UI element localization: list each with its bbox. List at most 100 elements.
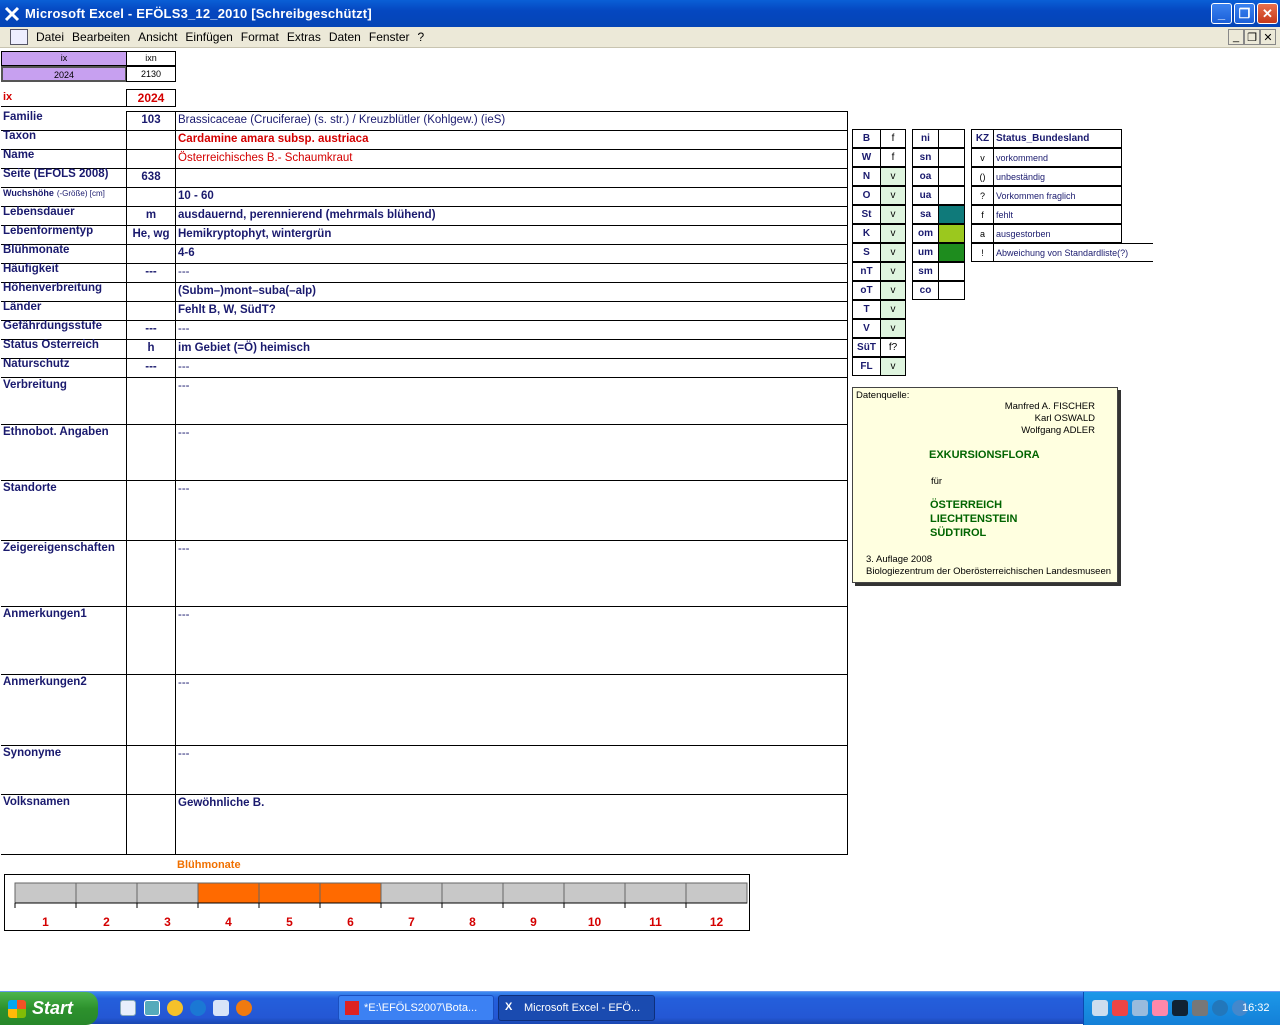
big-row-value-2[interactable]: --- xyxy=(175,480,848,541)
worksheet[interactable]: ix ixn 2024 2130 ix 2024 Familie 103 Brass… xyxy=(0,48,1280,991)
big-row-value-1[interactable]: --- xyxy=(175,424,848,481)
zone-swatch-2[interactable] xyxy=(938,167,965,186)
show-desktop-icon[interactable] xyxy=(120,1000,136,1016)
row-code-2[interactable] xyxy=(126,149,176,169)
task-excel[interactable]: X Microsoft Excel - EFÖ... xyxy=(498,995,655,1021)
title-bar[interactable]: Microsoft Excel - EFÖLS3_12_2010 [Schrei… xyxy=(0,0,1280,27)
ixn-value-cell[interactable]: 2130 xyxy=(126,66,176,82)
explorer-icon[interactable] xyxy=(144,1000,160,1016)
ix-value[interactable]: 2024 xyxy=(126,89,176,107)
row-value-1[interactable]: Cardamine amara subsp. austriaca xyxy=(175,130,848,150)
state-value-6[interactable]: v xyxy=(880,243,906,262)
zone-swatch-5[interactable] xyxy=(938,224,965,243)
state-value-5[interactable]: v xyxy=(880,224,906,243)
minimize-button[interactable]: _ xyxy=(1211,3,1232,24)
big-row-value-3[interactable]: --- xyxy=(175,540,848,607)
search-icon[interactable] xyxy=(1132,1000,1148,1016)
ixn-header-cell[interactable]: ixn xyxy=(126,51,176,66)
row-value-13[interactable]: --- xyxy=(175,358,848,378)
menu-extras[interactable]: Extras xyxy=(287,30,321,44)
row-value-3[interactable] xyxy=(175,168,848,188)
row-code-8[interactable]: --- xyxy=(126,263,176,283)
start-button[interactable]: Start xyxy=(0,992,98,1025)
menu-daten[interactable]: Daten xyxy=(329,30,361,44)
media-icon[interactable] xyxy=(167,1000,183,1016)
state-value-4[interactable]: v xyxy=(880,205,906,224)
state-value-3[interactable]: v xyxy=(880,186,906,205)
volume-icon[interactable] xyxy=(1192,1000,1208,1016)
menu-datei[interactable]: Datei xyxy=(36,30,64,44)
close-button[interactable]: ✕ xyxy=(1257,3,1278,24)
big-row-code-6[interactable] xyxy=(126,745,176,795)
menu-einfuegen[interactable]: Einfügen xyxy=(185,30,232,44)
row-value-8[interactable]: --- xyxy=(175,263,848,283)
big-row-code-7[interactable] xyxy=(126,794,176,855)
row-code-9[interactable] xyxy=(126,282,176,302)
row-code-3[interactable]: 638 xyxy=(126,168,176,188)
state-value-11[interactable]: f? xyxy=(880,338,906,357)
big-row-code-2[interactable] xyxy=(126,480,176,541)
row-value-5[interactable]: ausdauernd, perennierend (mehrmals blühe… xyxy=(175,206,848,226)
doc-restore-button[interactable]: ❐ xyxy=(1244,29,1260,45)
state-value-12[interactable]: v xyxy=(880,357,906,376)
big-row-code-1[interactable] xyxy=(126,424,176,481)
row-code-0[interactable]: 103 xyxy=(126,111,176,131)
workbook-icon[interactable] xyxy=(10,29,28,45)
state-value-2[interactable]: v xyxy=(880,167,906,186)
zone-swatch-1[interactable] xyxy=(938,148,965,167)
row-code-6[interactable]: He, wg xyxy=(126,225,176,245)
task-explorer[interactable]: *E:\EFÖLS2007\Bota... xyxy=(338,995,494,1021)
menu-bearbeiten[interactable]: Bearbeiten xyxy=(72,30,130,44)
row-value-6[interactable]: Hemikryptophyt, wintergrün xyxy=(175,225,848,245)
clock[interactable]: 16:32 xyxy=(1242,1002,1270,1014)
menu-fenster[interactable]: Fenster xyxy=(369,30,410,44)
zone-swatch-8[interactable] xyxy=(938,281,965,300)
big-row-value-6[interactable]: --- xyxy=(175,745,848,795)
restore-button[interactable]: ❐ xyxy=(1234,3,1255,24)
menu-help[interactable]: ? xyxy=(418,30,425,44)
row-value-10[interactable]: Fehlt B, W, SüdT? xyxy=(175,301,848,321)
state-value-9[interactable]: v xyxy=(880,300,906,319)
row-value-12[interactable]: im Gebiet (=Ö) heimisch xyxy=(175,339,848,359)
doc-minimize-button[interactable]: _ xyxy=(1228,29,1244,45)
info-icon[interactable] xyxy=(1212,1000,1228,1016)
menu-format[interactable]: Format xyxy=(241,30,279,44)
security-icon[interactable] xyxy=(1112,1000,1128,1016)
ix-header-cell[interactable]: ix xyxy=(1,51,127,66)
big-row-value-7[interactable]: Gewöhnliche B. xyxy=(175,794,848,855)
row-value-2[interactable]: Österreichisches B.- Schaumkraut xyxy=(175,149,848,169)
menu-ansicht[interactable]: Ansicht xyxy=(138,30,177,44)
outlook-icon[interactable] xyxy=(213,1000,229,1016)
big-row-code-3[interactable] xyxy=(126,540,176,607)
doc-close-button[interactable]: ✕ xyxy=(1260,29,1276,45)
zone-swatch-0[interactable] xyxy=(938,129,965,148)
row-code-7[interactable] xyxy=(126,244,176,264)
bloom-chart[interactable]: 1 2 3 4 5 6 7 8 9 10 11 12 xyxy=(4,874,750,931)
row-code-11[interactable]: --- xyxy=(126,320,176,340)
row-value-9[interactable]: (Subm–)mont–suba(–alp) xyxy=(175,282,848,302)
big-row-value-5[interactable]: --- xyxy=(175,674,848,746)
network-icon[interactable] xyxy=(1092,1000,1108,1016)
state-value-1[interactable]: f xyxy=(880,148,906,167)
shield-icon[interactable] xyxy=(1172,1000,1188,1016)
row-code-13[interactable]: --- xyxy=(126,358,176,378)
big-row-code-4[interactable] xyxy=(126,606,176,675)
row-code-4[interactable] xyxy=(126,187,176,207)
row-value-11[interactable]: --- xyxy=(175,320,848,340)
zone-swatch-4[interactable] xyxy=(938,205,965,224)
state-value-7[interactable]: v xyxy=(880,262,906,281)
row-value-7[interactable]: 4-6 xyxy=(175,244,848,264)
state-value-10[interactable]: v xyxy=(880,319,906,338)
zone-swatch-3[interactable] xyxy=(938,186,965,205)
zone-swatch-7[interactable] xyxy=(938,262,965,281)
row-value-0[interactable]: Brassicaceae (Cruciferae) (s. str.) / Kr… xyxy=(175,111,848,131)
zone-swatch-6[interactable] xyxy=(938,243,965,262)
firefox-icon[interactable] xyxy=(236,1000,252,1016)
row-code-10[interactable] xyxy=(126,301,176,321)
row-code-1[interactable] xyxy=(126,130,176,150)
ie-icon[interactable] xyxy=(190,1000,206,1016)
row-value-4[interactable]: 10 - 60 xyxy=(175,187,848,207)
row-code-12[interactable]: h xyxy=(126,339,176,359)
row-code-5[interactable]: m xyxy=(126,206,176,226)
state-value-0[interactable]: f xyxy=(880,129,906,148)
